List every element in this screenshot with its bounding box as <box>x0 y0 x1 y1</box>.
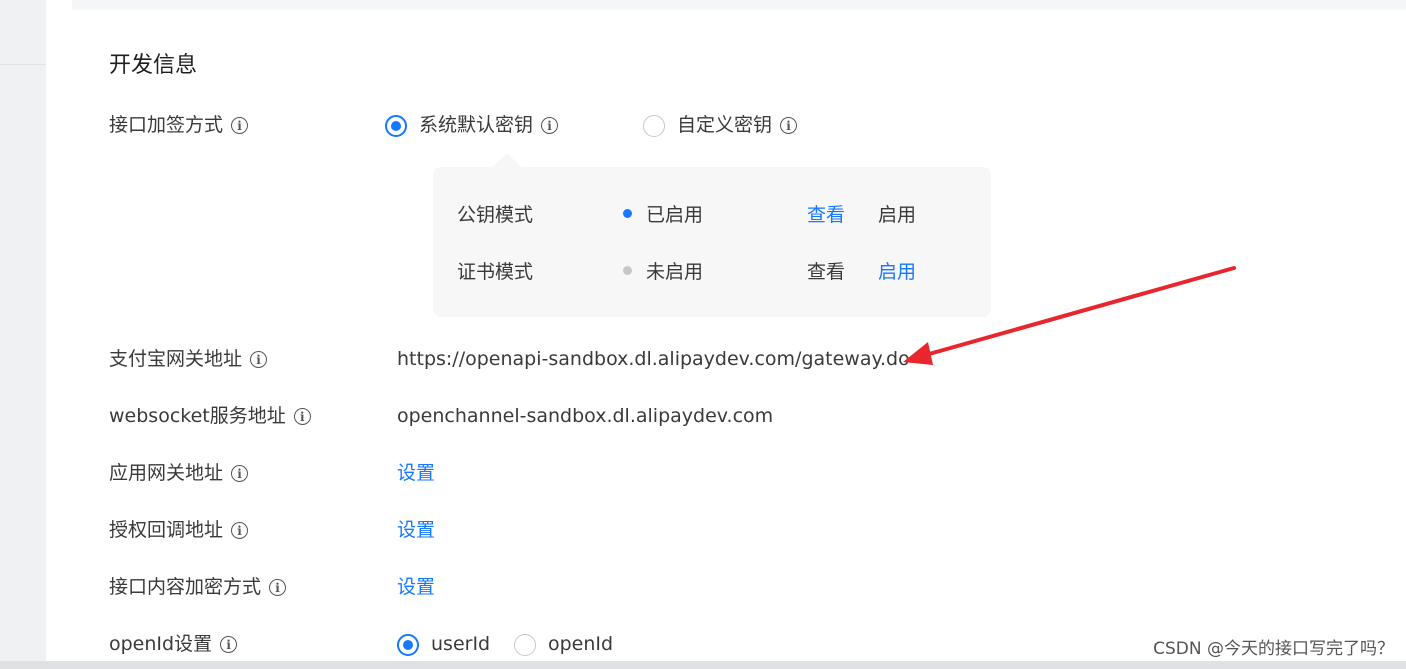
red-annotation-arrow-icon <box>903 266 1236 365</box>
csdn-watermark: CSDN @今天的接口写完了吗？ <box>1153 639 1394 659</box>
